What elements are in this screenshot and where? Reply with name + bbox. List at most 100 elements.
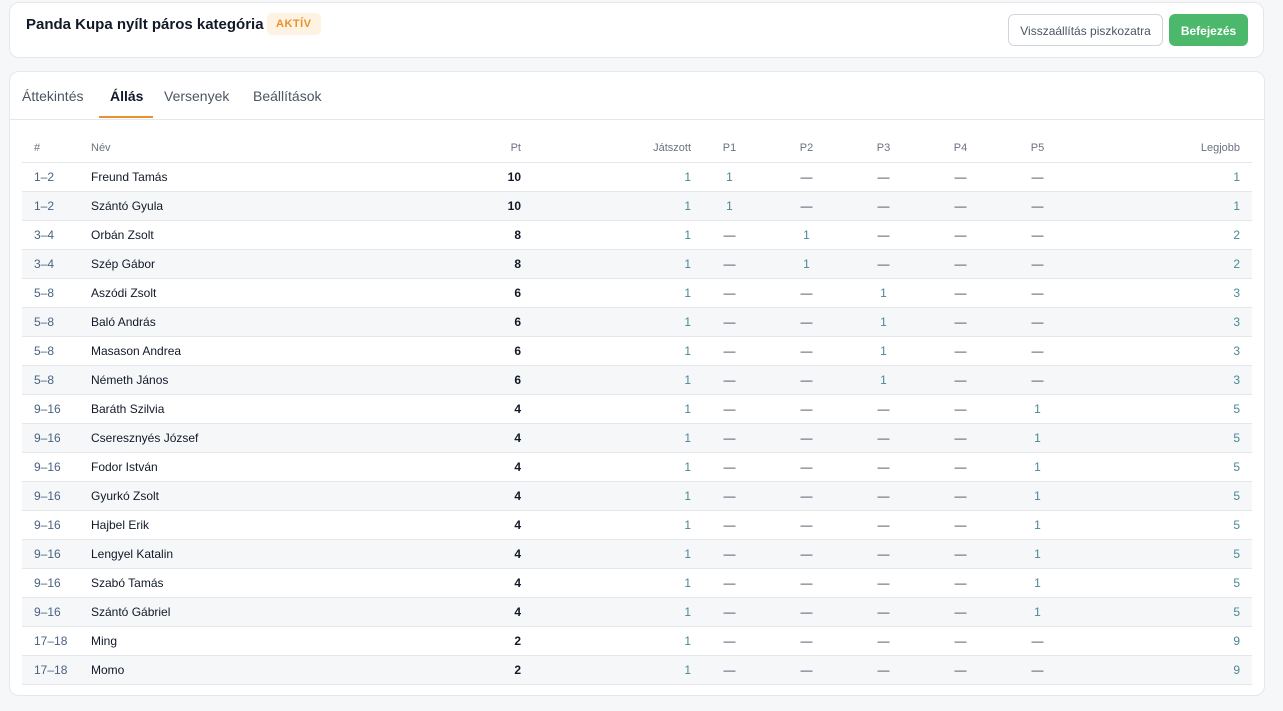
p1-cell: — [691, 568, 768, 598]
table-header-row: # Név Pt Játszott P1 P2 P3 P4 P5 Legjobb [22, 133, 1252, 163]
table-row[interactable]: 17–18 Ming 2 1— — — — —9 [22, 626, 1252, 656]
p5-cell: — [999, 336, 1076, 366]
p2-cell: — [768, 539, 845, 569]
p2-cell: 1 [768, 249, 845, 279]
played-cell: 1 [521, 481, 691, 511]
column-header-p2[interactable]: P2 [768, 133, 845, 163]
points-cell: 4 [431, 597, 521, 627]
p5-cell: 1 [999, 568, 1076, 598]
player-name-cell: Orbán Zsolt [91, 220, 431, 250]
p5-cell: 1 [999, 597, 1076, 627]
player-name-cell: Németh János [91, 365, 431, 395]
reset-to-draft-button[interactable]: Visszaállítás piszkozatra [1008, 14, 1163, 46]
rank-cell: 17–18 [22, 626, 91, 656]
column-header-rank[interactable]: # [22, 133, 91, 163]
rank-cell: 1–2 [22, 191, 91, 221]
p5-cell: — [999, 220, 1076, 250]
p2-cell: — [768, 191, 845, 221]
p5-cell: — [999, 365, 1076, 395]
best-cell: 3 [1076, 307, 1252, 337]
column-header-played[interactable]: Játszott [521, 133, 691, 163]
best-cell: 2 [1076, 220, 1252, 250]
played-cell: 1 [521, 249, 691, 279]
finish-button[interactable]: Befejezés [1169, 14, 1248, 46]
table-row[interactable]: 5–8 Masason Andrea 6 1— —1— —3 [22, 336, 1252, 366]
p3-cell: — [845, 655, 922, 685]
player-name-cell: Cseresznyés József [91, 423, 431, 453]
table-row[interactable]: 9–16 Cseresznyés József 4 1— — — —1 5 [22, 423, 1252, 453]
rank-cell: 9–16 [22, 568, 91, 598]
p4-cell: — [922, 452, 999, 482]
table-row[interactable]: 9–16 Baráth Szilvia 4 1— — — —1 5 [22, 394, 1252, 424]
column-header-best[interactable]: Legjobb [1076, 133, 1252, 163]
player-name-cell: Szabó Tamás [91, 568, 431, 598]
p1-cell: — [691, 539, 768, 569]
table-row[interactable]: 5–8 Németh János 6 1— —1— —3 [22, 365, 1252, 395]
played-cell: 1 [521, 162, 691, 192]
table-row[interactable]: 3–4 Szép Gábor 8 1—1— — —2 [22, 249, 1252, 279]
p2-cell: — [768, 162, 845, 192]
played-cell: 1 [521, 539, 691, 569]
tab-overview[interactable]: Áttekintés [22, 88, 83, 104]
best-cell: 5 [1076, 510, 1252, 540]
standings-card: Áttekintés Állás Versenyek Beállítások #… [9, 71, 1265, 696]
column-header-name[interactable]: Név [91, 133, 431, 163]
p3-cell: — [845, 220, 922, 250]
tab-bar: Áttekintés Állás Versenyek Beállítások [10, 72, 1264, 120]
best-cell: 5 [1076, 539, 1252, 569]
p2-cell: — [768, 394, 845, 424]
p5-cell: 1 [999, 510, 1076, 540]
column-header-p3[interactable]: P3 [845, 133, 922, 163]
p2-cell: — [768, 452, 845, 482]
p3-cell: — [845, 626, 922, 656]
points-cell: 6 [431, 336, 521, 366]
player-name-cell: Szántó Gyula [91, 191, 431, 221]
p3-cell: — [845, 597, 922, 627]
table-row[interactable]: 1–2 Szántó Gyula 10 1 1— — — —1 [22, 191, 1252, 221]
player-name-cell: Baló András [91, 307, 431, 337]
column-header-points[interactable]: Pt [431, 133, 521, 163]
played-cell: 1 [521, 365, 691, 395]
column-header-p1[interactable]: P1 [691, 133, 768, 163]
tab-settings[interactable]: Beállítások [253, 88, 321, 104]
p3-cell: — [845, 162, 922, 192]
p5-cell: 1 [999, 423, 1076, 453]
table-row[interactable]: 9–16 Szántó Gábriel 4 1— — — —1 5 [22, 597, 1252, 627]
p2-cell: — [768, 336, 845, 366]
p4-cell: — [922, 481, 999, 511]
tab-standings[interactable]: Állás [110, 88, 143, 104]
p4-cell: — [922, 626, 999, 656]
rank-cell: 3–4 [22, 220, 91, 250]
played-cell: 1 [521, 568, 691, 598]
column-header-p5[interactable]: P5 [999, 133, 1076, 163]
p2-cell: — [768, 597, 845, 627]
best-cell: 5 [1076, 423, 1252, 453]
column-header-p4[interactable]: P4 [922, 133, 999, 163]
table-row[interactable]: 1–2 Freund Tamás 10 1 1— — — —1 [22, 162, 1252, 192]
table-row[interactable]: 9–16 Lengyel Katalin 4 1— — — —1 5 [22, 539, 1252, 569]
p5-cell: — [999, 191, 1076, 221]
played-cell: 1 [521, 597, 691, 627]
p5-cell: 1 [999, 394, 1076, 424]
table-row[interactable]: 17–18 Momo 2 1— — — — —9 [22, 655, 1252, 685]
table-row[interactable]: 9–16 Szabó Tamás 4 1— — — —1 5 [22, 568, 1252, 598]
points-cell: 2 [431, 626, 521, 656]
rank-cell: 5–8 [22, 307, 91, 337]
rank-cell: 5–8 [22, 336, 91, 366]
table-row[interactable]: 9–16 Hajbel Erik 4 1— — — —1 5 [22, 510, 1252, 540]
played-cell: 1 [521, 220, 691, 250]
points-cell: 10 [431, 162, 521, 192]
table-row[interactable]: 9–16 Gyurkó Zsolt 4 1— — — —1 5 [22, 481, 1252, 511]
table-row[interactable]: 9–16 Fodor István 4 1— — — —1 5 [22, 452, 1252, 482]
p3-cell: — [845, 510, 922, 540]
p4-cell: — [922, 597, 999, 627]
rank-cell: 9–16 [22, 597, 91, 627]
p3-cell: — [845, 452, 922, 482]
table-row[interactable]: 5–8 Aszódi Zsolt 6 1— —1— —3 [22, 278, 1252, 308]
p4-cell: — [922, 510, 999, 540]
best-cell: 5 [1076, 481, 1252, 511]
tab-competitions[interactable]: Versenyek [164, 88, 229, 104]
points-cell: 4 [431, 539, 521, 569]
table-row[interactable]: 5–8 Baló András 6 1— —1— —3 [22, 307, 1252, 337]
table-row[interactable]: 3–4 Orbán Zsolt 8 1—1— — —2 [22, 220, 1252, 250]
